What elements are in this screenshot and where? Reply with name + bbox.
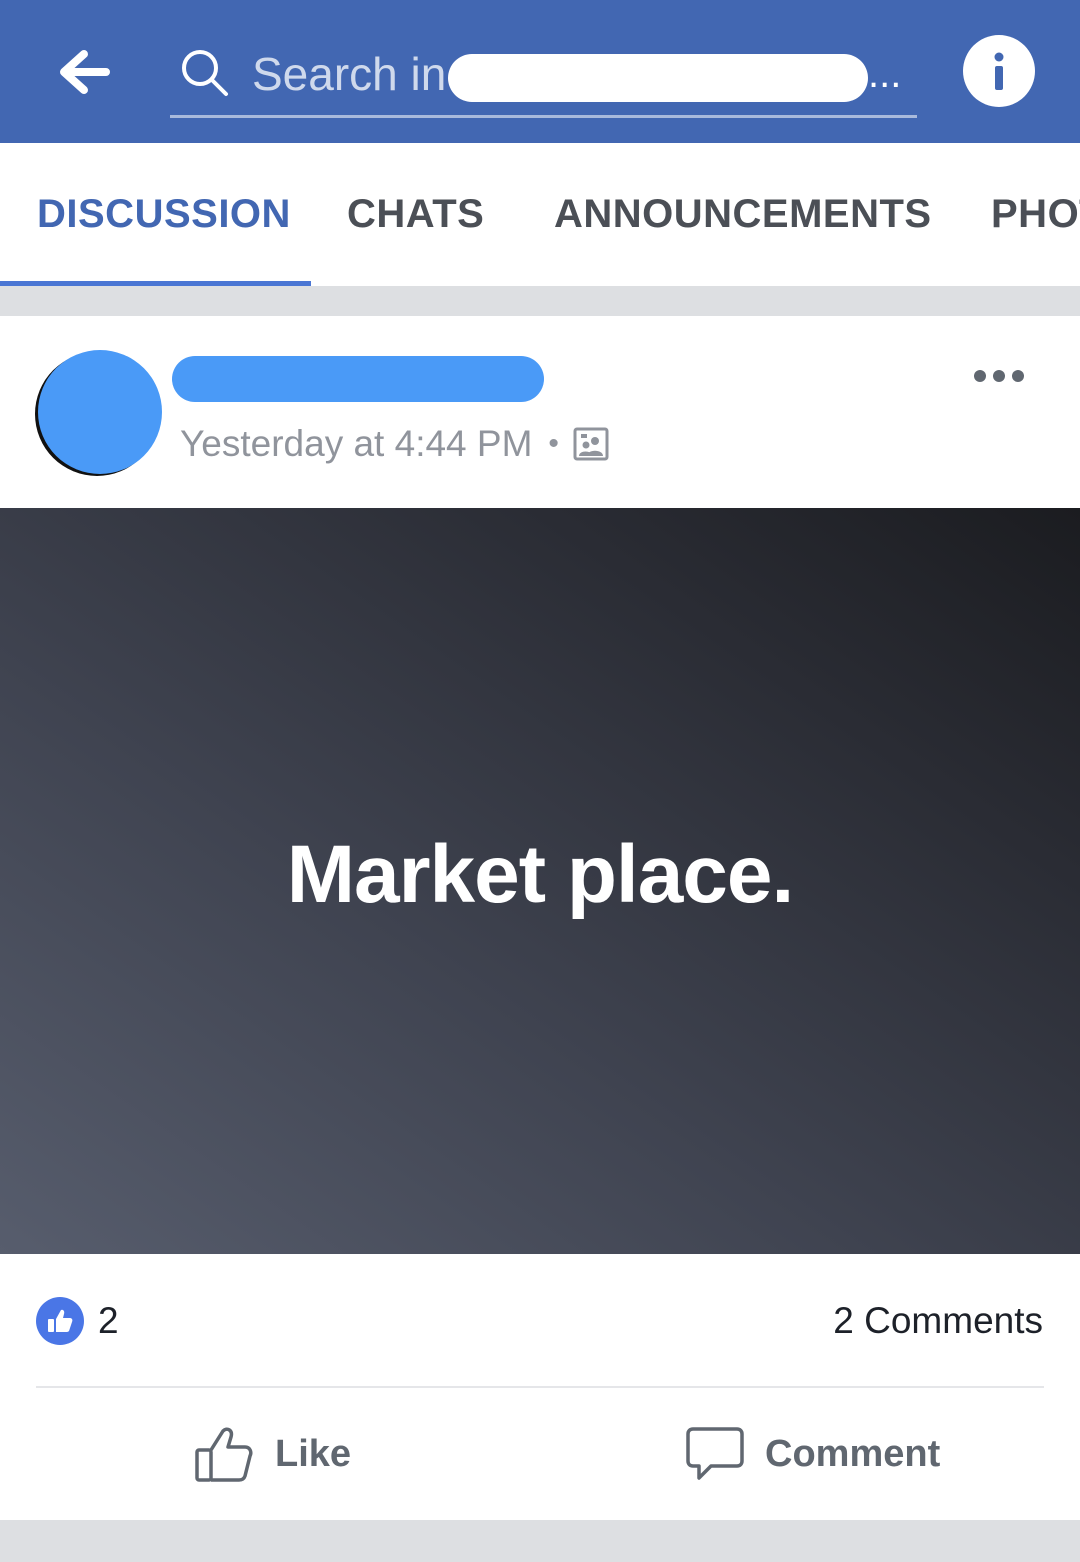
thumbs-up-outline-icon <box>195 1427 253 1482</box>
redaction-mark <box>448 54 868 102</box>
comment-button[interactable]: Comment <box>685 1416 940 1492</box>
tab-announcements[interactable]: ANNOUNCEMENTS <box>554 143 932 286</box>
speech-bubble-icon <box>686 1427 744 1480</box>
avatar[interactable] <box>38 350 162 474</box>
more-dots-icon <box>974 370 1024 382</box>
author-name-redacted[interactable] <box>172 356 544 402</box>
info-icon <box>994 52 1004 90</box>
divider <box>36 1386 1044 1388</box>
post-options-button[interactable] <box>968 356 1030 396</box>
tab-bar: DISCUSSION CHATS ANNOUNCEMENTS PHOTOS <box>0 143 1080 286</box>
tab-photos[interactable]: PHOTOS <box>991 143 1080 286</box>
search-ellipsis: ... <box>868 52 902 96</box>
like-button[interactable]: Like <box>193 1416 351 1492</box>
back-arrow-icon <box>60 50 110 94</box>
post-text: Market place. <box>286 829 795 920</box>
group-page: ... DISCUSSION CHATS ANNOUNCEMENTS PHOTO… <box>0 0 1080 1562</box>
like-button-label: Like <box>275 1432 352 1475</box>
reaction-summary[interactable]: 2 <box>36 1296 119 1346</box>
post-timestamp[interactable]: Yesterday at 4:44 PM <box>180 423 532 465</box>
like-count: 2 <box>98 1300 119 1341</box>
post-card: Yesterday at 4:44 PM • Market place. 2 2… <box>0 316 1080 1520</box>
tab-discussion[interactable]: DISCUSSION <box>37 143 291 286</box>
top-bar: ... <box>0 0 1080 143</box>
search-bar[interactable]: ... <box>170 38 917 118</box>
post-meta: Yesterday at 4:44 PM • <box>180 420 609 468</box>
post-text-background[interactable]: Market place. <box>0 508 1080 1254</box>
info-button[interactable] <box>963 35 1035 107</box>
thumbs-up-icon <box>48 1309 73 1332</box>
comments-count[interactable]: 2 Comments <box>833 1296 1043 1346</box>
tab-divider <box>0 286 1080 316</box>
back-button[interactable] <box>52 44 116 100</box>
meta-separator: • <box>548 427 559 460</box>
tab-chats[interactable]: CHATS <box>347 143 484 286</box>
search-icon <box>182 50 228 96</box>
group-photo-icon <box>573 427 609 461</box>
comment-button-label: Comment <box>765 1432 941 1475</box>
like-reaction-badge <box>36 1297 84 1345</box>
